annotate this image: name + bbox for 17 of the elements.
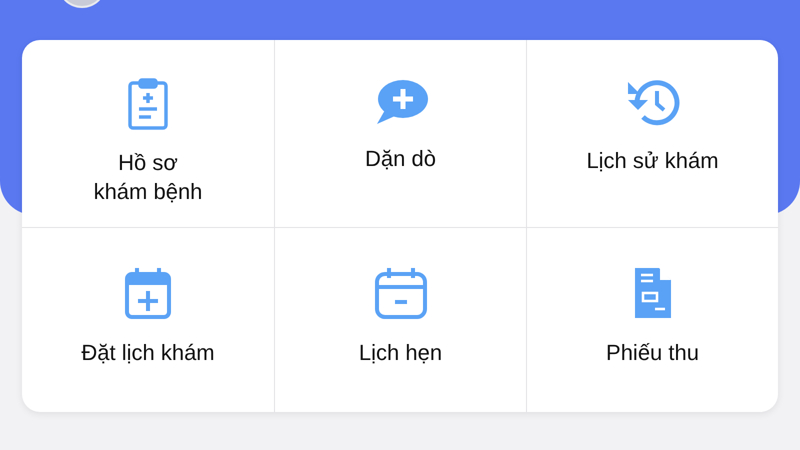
menu-tile[interactable]: Dặn dò xyxy=(274,40,526,227)
menu-tile[interactable]: Đặt lịch khám xyxy=(22,227,274,412)
menu-tile[interactable]: Hồ sơ khám bệnh xyxy=(22,40,274,227)
history-icon xyxy=(626,78,680,128)
menu-label: Dặn dò xyxy=(365,145,436,173)
menu-tile[interactable]: Lịch hẹn xyxy=(274,227,526,412)
menu-tile[interactable]: Lịch sử khám xyxy=(526,40,778,227)
menu-label: Đặt lịch khám xyxy=(81,339,215,367)
document-icon xyxy=(632,266,672,320)
menu-label: Phiếu thu xyxy=(606,339,699,367)
menu-label: Lịch sử khám xyxy=(586,147,719,175)
calendar-minus-icon xyxy=(374,266,428,320)
calendar-plus-icon xyxy=(124,266,172,320)
menu-label: Hồ sơ khám bệnh xyxy=(94,149,202,206)
menu-tile[interactable]: Phiếu thu xyxy=(526,227,778,412)
menu-label: Lịch hẹn xyxy=(358,339,442,367)
clipboard-icon xyxy=(126,78,170,130)
